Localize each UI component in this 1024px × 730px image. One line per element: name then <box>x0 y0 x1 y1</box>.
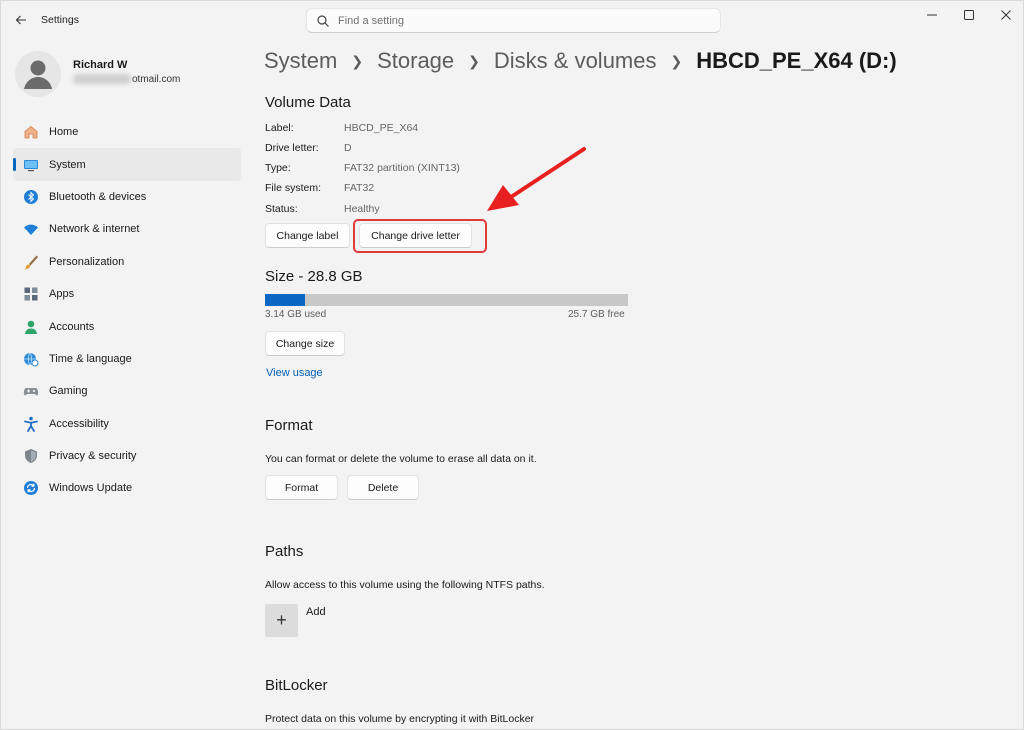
avatar <box>15 51 61 97</box>
sidebar-item-system[interactable]: System <box>13 148 241 181</box>
globe-clock-icon <box>22 350 40 368</box>
user-email-domain: otmail.com <box>132 74 181 85</box>
accounts-icon <box>22 318 40 336</box>
used-space-label: 3.14 GB used <box>265 309 327 320</box>
sidebar-item-personalization[interactable]: Personalization <box>13 246 241 278</box>
sidebar-item-home[interactable]: Home <box>13 116 241 148</box>
chevron-right-icon: ❯ <box>670 52 683 69</box>
network-icon <box>22 220 40 238</box>
sidebar-item-gaming[interactable]: Gaming <box>13 375 241 407</box>
maximize-icon <box>964 10 974 20</box>
update-icon <box>22 479 40 497</box>
add-path-button[interactable]: + <box>265 604 298 637</box>
breadcrumb-item-disks-volumes[interactable]: Disks & volumes <box>494 48 657 74</box>
bluetooth-icon <box>22 188 40 206</box>
back-button[interactable] <box>11 10 31 30</box>
field-value: FAT32 <box>344 182 375 194</box>
apps-icon <box>22 285 40 303</box>
sidebar-item-label: Network & internet <box>49 223 140 236</box>
settings-window: Settings Richard W otmail.com Home Sy <box>0 0 1024 730</box>
sidebar-item-windows-update[interactable]: Windows Update <box>13 472 241 504</box>
person-icon <box>24 60 52 89</box>
bitlocker-description: Protect data on this volume by encryptin… <box>265 713 535 725</box>
field-key: Label: <box>265 122 294 134</box>
brush-icon <box>22 253 40 271</box>
sidebar-item-accessibility[interactable]: Accessibility <box>13 408 241 440</box>
format-button[interactable]: Format <box>265 475 338 500</box>
bitlocker-heading: BitLocker <box>265 677 328 694</box>
shield-icon <box>22 447 40 465</box>
app-title: Settings <box>41 14 79 26</box>
sidebar-item-label: Gaming <box>49 385 88 398</box>
sidebar-item-accounts[interactable]: Accounts <box>13 310 241 342</box>
sidebar-item-label: Privacy & security <box>49 450 137 463</box>
field-value: D <box>344 142 352 154</box>
minimize-icon <box>927 14 937 16</box>
annotation-arrow-icon <box>487 147 586 211</box>
sidebar-item-label: Bluetooth & devices <box>49 190 147 203</box>
sidebar-item-label: Home <box>49 126 79 139</box>
title-bar: Settings <box>1 1 1024 39</box>
close-button[interactable] <box>987 1 1024 29</box>
sidebar-item-network[interactable]: Network & internet <box>13 213 241 245</box>
volume-data-heading: Volume Data <box>265 94 351 111</box>
field-key: Type: <box>265 162 291 174</box>
sidebar-item-apps[interactable]: Apps <box>13 278 241 310</box>
format-heading: Format <box>265 417 313 434</box>
email-redaction <box>73 74 131 85</box>
format-description: You can format or delete the volume to e… <box>265 453 537 465</box>
chevron-right-icon: ❯ <box>468 52 480 69</box>
search-input[interactable] <box>338 12 708 30</box>
sidebar-item-label: System <box>49 158 86 171</box>
sidebar-item-label: Accounts <box>49 320 95 333</box>
sidebar-item-label: Windows Update <box>49 482 133 495</box>
annotation-highlight-box <box>353 219 487 253</box>
breadcrumb: System ❯ Storage ❯ Disks & volumes ❯ HBC… <box>264 48 897 74</box>
field-value: FAT32 partition (XINT13) <box>344 162 460 174</box>
sidebar-item-time-language[interactable]: Time & language <box>13 343 241 375</box>
sidebar-item-label: Apps <box>49 288 75 301</box>
close-icon <box>1001 10 1011 20</box>
page-title: HBCD_PE_X64 (D:) <box>696 48 897 73</box>
user-email: otmail.com <box>73 74 180 85</box>
sidebar-item-label: Personalization <box>49 255 125 268</box>
maximize-button[interactable] <box>950 1 988 29</box>
back-arrow-icon <box>15 15 26 25</box>
add-path-label: Add <box>306 606 326 618</box>
system-icon <box>22 156 40 174</box>
paths-heading: Paths <box>265 543 304 560</box>
search-icon <box>317 15 329 27</box>
change-label-button[interactable]: Change label <box>265 223 350 248</box>
chevron-right-icon: ❯ <box>351 52 364 69</box>
free-space-label: 25.7 GB free <box>568 309 625 320</box>
field-value: Healthy <box>344 203 380 215</box>
storage-usage-bar <box>265 294 628 306</box>
accessibility-icon <box>22 415 40 433</box>
home-icon <box>22 123 40 141</box>
user-profile[interactable]: Richard W otmail.com <box>13 47 238 97</box>
size-heading: Size - 28.8 GB <box>265 268 363 285</box>
sidebar-nav: Home System Bluetooth & devices Network … <box>13 116 241 505</box>
sidebar-item-privacy-security[interactable]: Privacy & security <box>13 440 241 472</box>
user-name: Richard W <box>73 59 128 71</box>
field-key: Drive letter: <box>265 142 319 154</box>
plus-icon: + <box>276 610 287 630</box>
sidebar-item-bluetooth[interactable]: Bluetooth & devices <box>13 181 241 213</box>
delete-button[interactable]: Delete <box>347 475 419 500</box>
storage-usage-fill <box>265 294 305 306</box>
gamepad-icon <box>22 382 40 400</box>
field-key: Status: <box>265 203 298 215</box>
paths-description: Allow access to this volume using the fo… <box>265 579 545 591</box>
sidebar-item-label: Time & language <box>49 352 132 365</box>
breadcrumb-item-storage[interactable]: Storage <box>377 48 454 74</box>
search-box[interactable] <box>306 8 721 33</box>
view-usage-link[interactable]: View usage <box>266 367 323 379</box>
sidebar-item-label: Accessibility <box>49 417 109 430</box>
minimize-button[interactable] <box>913 1 951 29</box>
breadcrumb-item-system[interactable]: System <box>264 48 337 74</box>
field-value: HBCD_PE_X64 <box>344 122 419 134</box>
change-size-button[interactable]: Change size <box>265 331 345 356</box>
field-key: File system: <box>265 182 322 194</box>
